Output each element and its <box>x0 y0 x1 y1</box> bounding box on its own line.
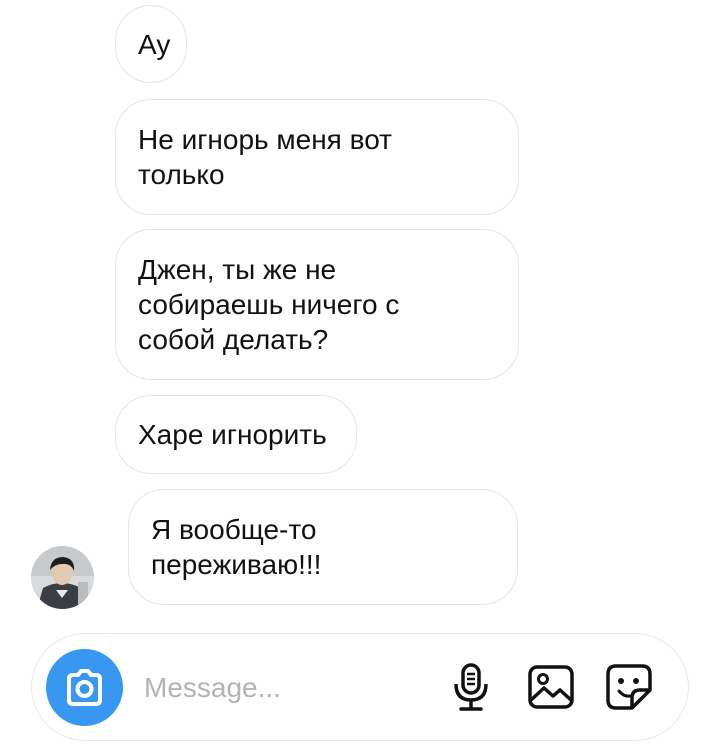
message-bubble[interactable]: Джен, ты же не собираешь ничего с собой … <box>115 229 519 380</box>
microphone-button[interactable] <box>444 660 498 714</box>
message-bubble[interactable]: Харе игнорить <box>115 395 357 474</box>
avatar-photo <box>31 546 94 609</box>
sticker-button[interactable] <box>602 660 656 714</box>
message-bubble[interactable]: Ау <box>115 5 187 83</box>
microphone-icon <box>454 663 488 711</box>
image-gallery-icon <box>528 665 574 709</box>
gallery-button[interactable] <box>524 660 578 714</box>
message-input[interactable] <box>144 670 394 706</box>
camera-button[interactable] <box>46 649 123 726</box>
sender-avatar[interactable] <box>31 546 94 609</box>
camera-icon <box>67 669 102 706</box>
message-bubble[interactable]: Я вообще-то переживаю!!! <box>128 489 518 605</box>
message-composer <box>31 633 689 741</box>
message-bubble[interactable]: Не игнорь меня вот только <box>115 99 519 215</box>
sticker-icon <box>606 664 652 710</box>
